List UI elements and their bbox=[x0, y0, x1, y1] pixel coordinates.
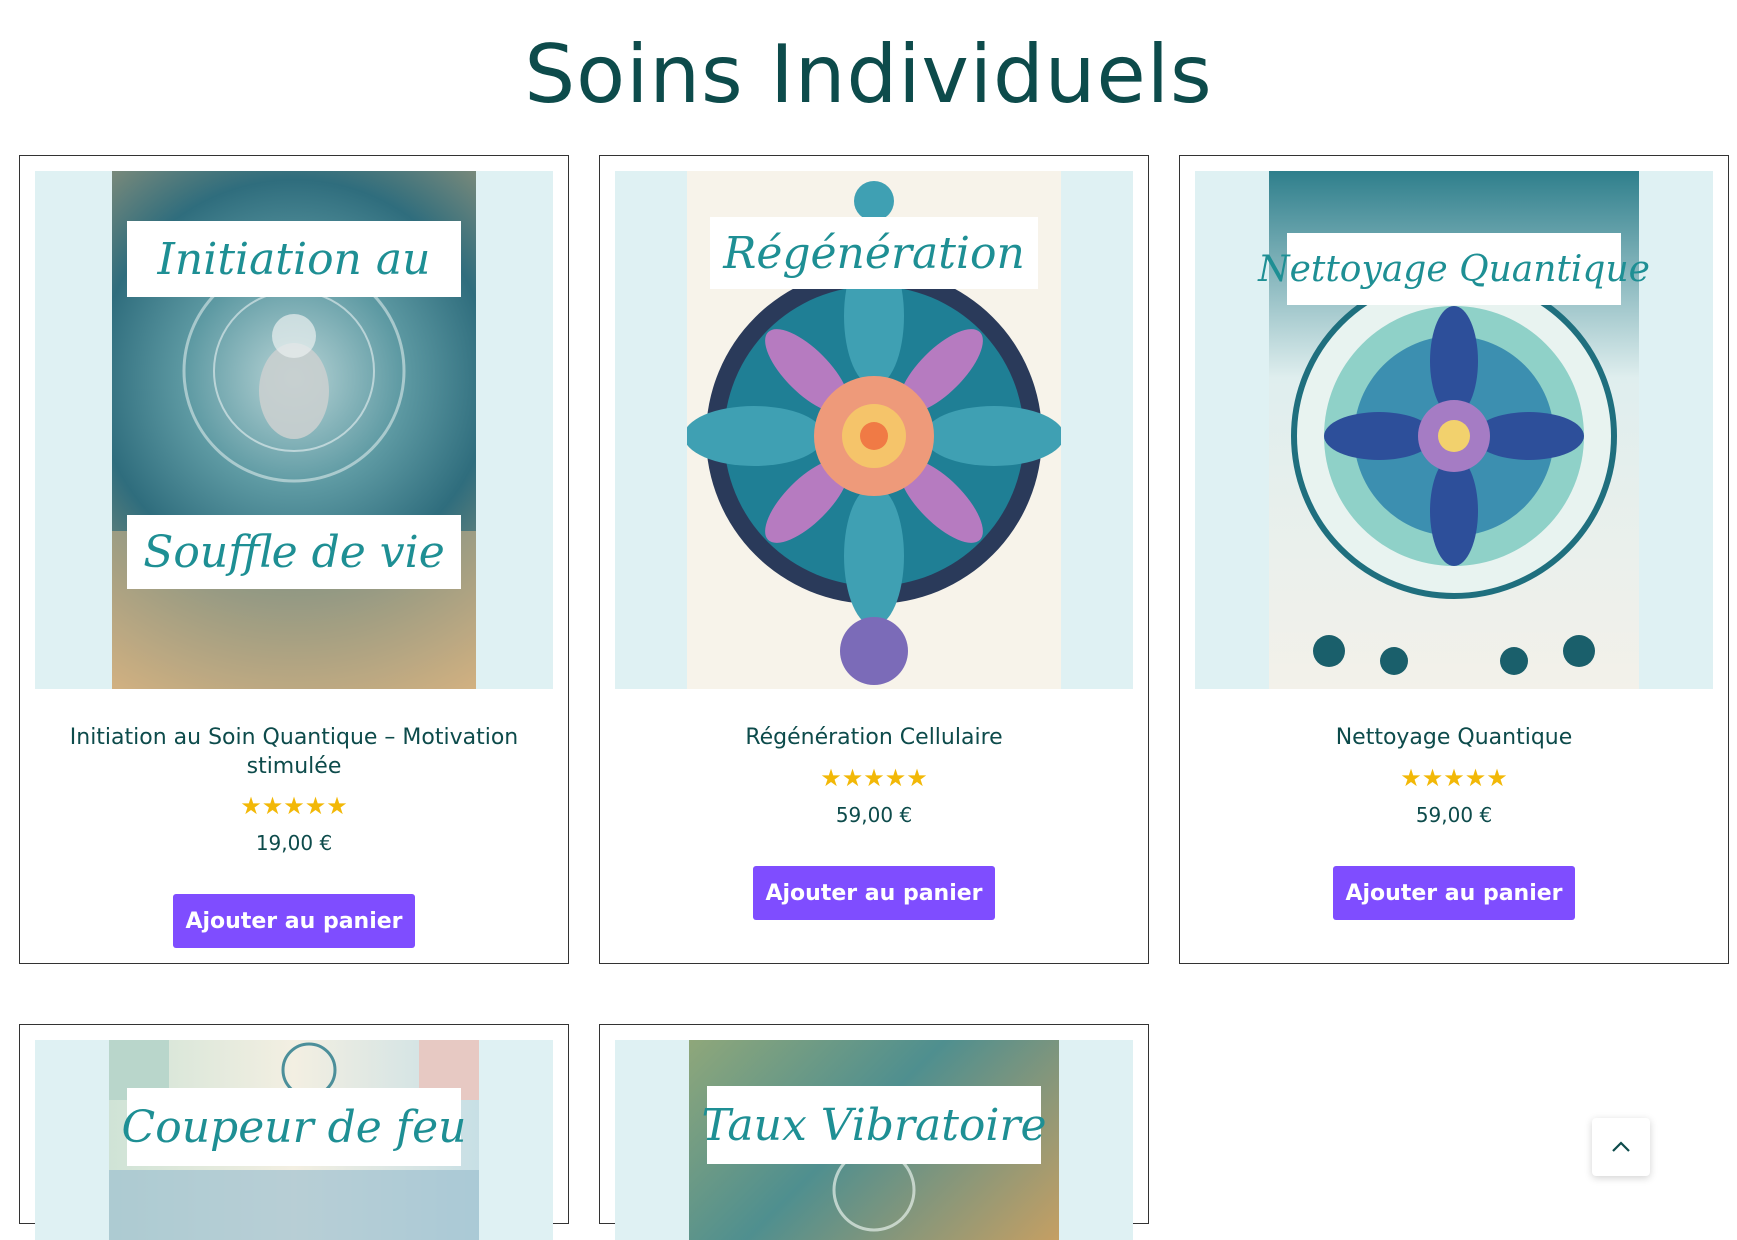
add-to-cart-button[interactable]: Ajouter au panier bbox=[753, 866, 995, 920]
poster-top-label: Régénération bbox=[710, 217, 1038, 289]
page-title: Soins Individuels bbox=[524, 28, 1213, 121]
product-card: Taux Vibratoire bbox=[599, 1024, 1149, 1240]
product-price: 59,00 € bbox=[1415, 803, 1493, 827]
poster-top-label: Nettoyage Quantique bbox=[1258, 233, 1650, 305]
product-price: 59,00 € bbox=[835, 803, 913, 827]
product-title[interactable]: Nettoyage Quantique bbox=[1195, 723, 1713, 752]
back-to-top-button[interactable] bbox=[1592, 1118, 1650, 1176]
product-image[interactable]: Initiation au Souffle de vie bbox=[35, 171, 553, 689]
product-image[interactable]: Nettoyage Quantique bbox=[1195, 171, 1713, 689]
poster-top-label: Coupeur de feu bbox=[122, 1088, 466, 1166]
product-title[interactable]: Initiation au Soin Quantique – Motivatio… bbox=[35, 723, 553, 781]
poster-top-label: Initiation au bbox=[127, 221, 461, 297]
product-card: Régénération Régénération Cellulaire ★★★… bbox=[599, 155, 1149, 964]
poster-bottom-label: Souffle de vie bbox=[127, 515, 461, 589]
add-to-cart-button[interactable]: Ajouter au panier bbox=[1333, 866, 1575, 920]
product-price: 19,00 € bbox=[255, 831, 333, 855]
product-image[interactable]: Coupeur de feu bbox=[35, 1040, 553, 1240]
product-image[interactable]: Taux Vibratoire bbox=[615, 1040, 1133, 1240]
add-to-cart-button[interactable]: Ajouter au panier bbox=[173, 894, 415, 948]
product-card: Nettoyage Quantique Nettoyage Quantique … bbox=[1179, 155, 1729, 964]
poster-top-label: Taux Vibratoire bbox=[701, 1086, 1047, 1164]
chevron-up-icon bbox=[1612, 1141, 1630, 1152]
star-rating: ★★★★★ bbox=[240, 792, 348, 820]
product-image[interactable]: Régénération bbox=[615, 171, 1133, 689]
star-rating: ★★★★★ bbox=[820, 764, 928, 792]
product-title[interactable]: Régénération Cellulaire bbox=[615, 723, 1133, 752]
product-card: Coupeur de feu bbox=[19, 1024, 569, 1240]
product-card: Initiation au Souffle de vie Initiation … bbox=[19, 155, 569, 964]
star-rating: ★★★★★ bbox=[1400, 764, 1508, 792]
